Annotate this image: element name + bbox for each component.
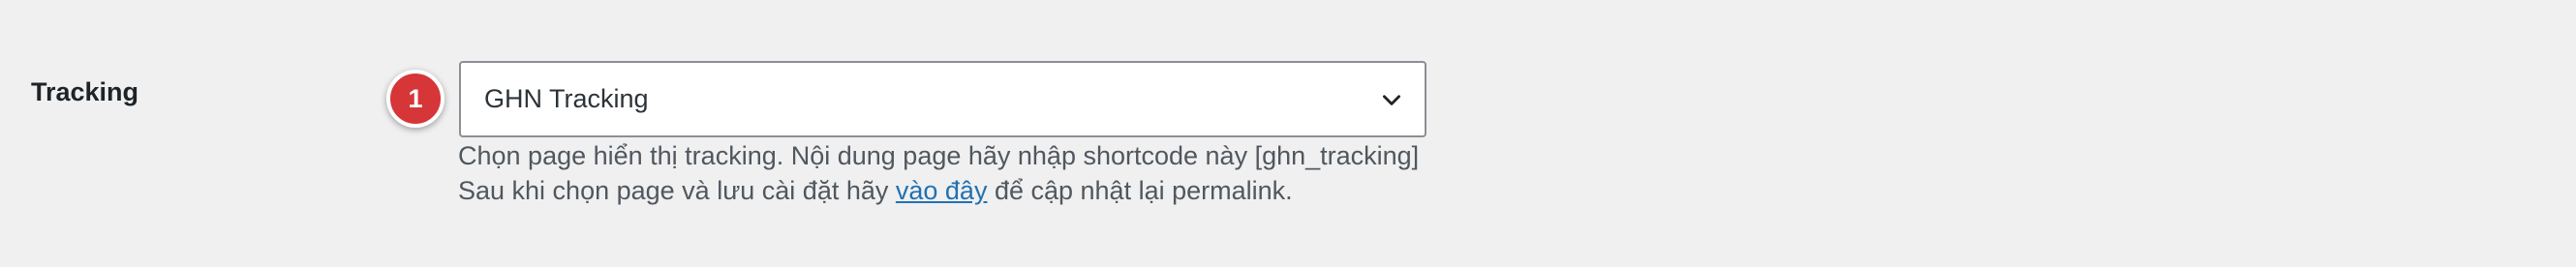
tracking-label: Tracking (31, 77, 139, 106)
description-line-1: Chọn page hiển thị tracking. Nội dung pa… (458, 141, 1420, 170)
tracking-setting-row: Tracking 1 GHN Tracking Chọn page hiển t… (0, 0, 2576, 267)
description-line-2-suffix: để cập nhật lại permalink. (987, 176, 1293, 205)
tracking-page-select[interactable]: GHN Tracking (459, 61, 1426, 137)
chevron-down-icon (1378, 86, 1405, 113)
tracking-page-selected-value: GHN Tracking (484, 84, 649, 113)
description-line-2: Sau khi chọn page và lưu cài đặt hãy vào… (458, 173, 1419, 208)
permalink-link[interactable]: vào đây (896, 176, 988, 205)
description-line-2-prefix: Sau khi chọn page và lưu cài đặt hãy (458, 176, 896, 205)
tracking-description: Chọn page hiển thị tracking. Nội dung pa… (458, 138, 1419, 208)
step-number-badge: 1 (386, 70, 445, 128)
